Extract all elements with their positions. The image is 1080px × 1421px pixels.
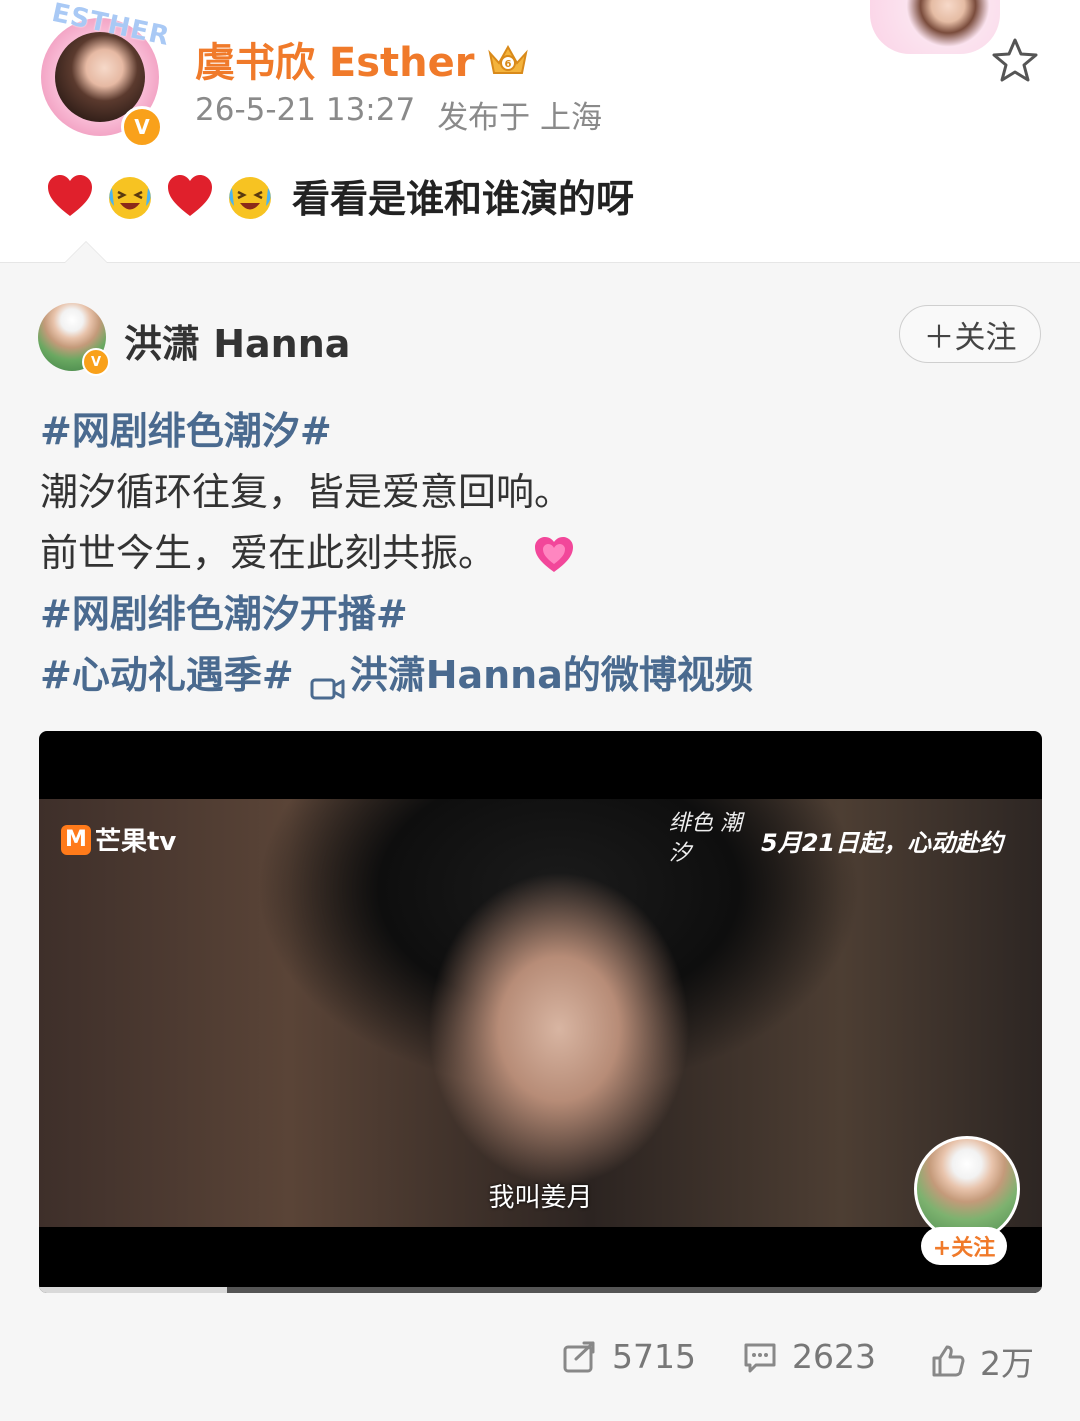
post-location: 发布于 上海 [437, 100, 603, 136]
video-player[interactable]: M 芒果tv 绯色 潮汐 5月21日起，心动赴约 我叫姜月 +关注 [39, 731, 1042, 1293]
post-time: 26-5-21 13:27 [195, 92, 416, 128]
topic-link[interactable]: #心动礼遇季# [40, 645, 294, 706]
thumbs-up-icon [932, 1345, 965, 1377]
comment-count: 2623 [792, 1337, 876, 1376]
post-text: 看看是谁和谁演的呀 [44, 168, 634, 223]
red-heart-icon [44, 170, 96, 222]
original-post-text: #网剧绯色潮汐# 潮汐循环往复，皆是爱意回响。 前世今生，爱在此刻共振。 #网剧… [40, 401, 753, 706]
drama-title-logo: 绯色 潮汐 [669, 811, 742, 866]
comment-icon [744, 1343, 776, 1372]
video-progress-bar[interactable] [39, 1287, 1042, 1293]
growing-heart-icon [530, 530, 578, 578]
video-progress-fill [39, 1287, 227, 1293]
red-heart-icon [164, 170, 216, 222]
like-action[interactable]: 2万 [930, 1337, 1034, 1385]
original-verified-badge: V [82, 348, 110, 376]
follow-button[interactable]: ＋关注 [899, 305, 1041, 363]
post-meta: 26-5-21 13:27 发布于 上海 [195, 92, 602, 137]
mango-tv-icon: M [61, 824, 91, 855]
video-subtitle: 我叫姜月 [488, 1183, 593, 1213]
topic-link[interactable]: #网剧绯色潮汐开播# [40, 584, 408, 645]
creator-follow-button[interactable]: +关注 [921, 1227, 1007, 1265]
comment-action[interactable]: 2623 [742, 1337, 876, 1376]
profile-decoration [870, 0, 1000, 54]
author-name[interactable]: 虞书欣 Esther [195, 30, 475, 88]
video-camera-icon [310, 661, 346, 699]
video-frame[interactable]: M 芒果tv 绯色 潮汐 5月21日起，心动赴约 我叫姜月 [39, 799, 1042, 1227]
svg-text:6: 6 [504, 59, 511, 70]
repost-icon [563, 1341, 595, 1372]
original-author-name[interactable]: 洪潇 Hanna [124, 313, 350, 368]
mango-tv-text: 芒果tv [95, 827, 177, 857]
card-pointer [64, 241, 108, 263]
video-link[interactable]: 洪潇Hanna的微博视频 [350, 645, 753, 706]
favorite-star-icon[interactable] [990, 36, 1040, 86]
verified-badge: V [121, 106, 163, 148]
topic-link[interactable]: #网剧绯色潮汐# [40, 401, 332, 462]
premiere-text: 5月21日起，心动赴约 [761, 829, 1004, 857]
author-name-row[interactable]: 虞书欣 Esther 6 [195, 30, 531, 88]
post-body-text: 看看是谁和谁演的呀 [292, 177, 635, 221]
crying-laughing-face-icon [104, 170, 156, 222]
mango-tv-logo: M 芒果tv [61, 821, 176, 858]
vip-crown-icon: 6 [485, 39, 531, 79]
author-avatar[interactable]: ESTHER V [33, 0, 173, 148]
repost-action[interactable]: 5715 [562, 1337, 696, 1376]
post-line: 前世今生，爱在此刻共振。 [40, 531, 497, 575]
like-count: 2万 [980, 1344, 1034, 1383]
repost-card[interactable]: V 洪潇 Hanna ＋关注 #网剧绯色潮汐# 潮汐循环往复，皆是爱意回响。 前… [0, 241, 1080, 1421]
crying-laughing-face-icon [224, 170, 276, 222]
post-line: 潮汐循环往复，皆是爱意回响。 [40, 470, 573, 514]
repost-count: 5715 [612, 1337, 696, 1376]
